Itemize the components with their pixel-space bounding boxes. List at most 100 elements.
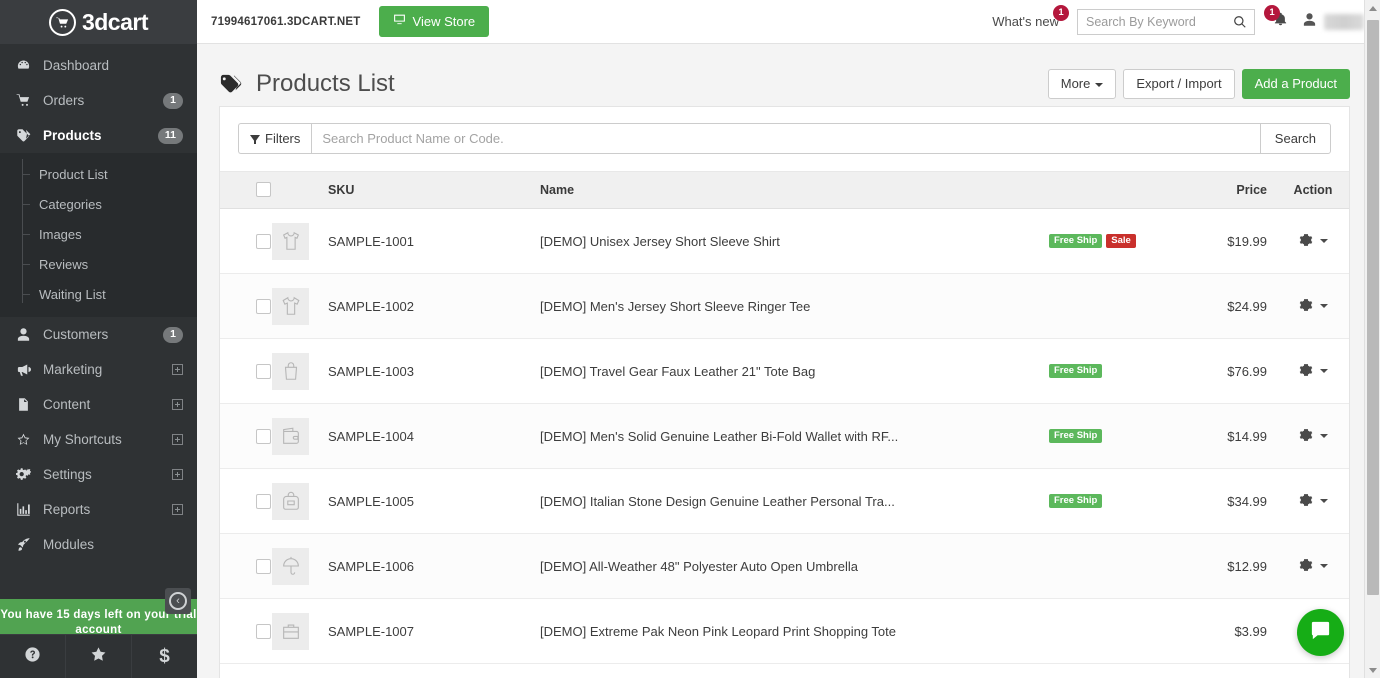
row-action-menu[interactable] [1299,558,1328,575]
row-action-menu[interactable] [1299,428,1328,445]
product-search-input[interactable] [311,123,1260,154]
sidebar-item-label: Reports [43,502,91,517]
tshirt-icon [272,287,309,325]
sidebar-item-products[interactable]: Products 11 [0,118,197,153]
user-menu[interactable] [1302,12,1364,32]
sidebar-badge-count: 1 [163,92,183,109]
chevron-down-icon [1319,239,1328,243]
sidebar-collapse-button[interactable]: ‹ [165,588,191,614]
row-action-menu[interactable] [1299,363,1328,380]
star-icon [16,432,38,447]
add-product-button[interactable]: Add a Product [1241,69,1350,99]
row-action-menu[interactable] [1299,298,1328,315]
sidebar-item-modules[interactable]: Modules [0,527,197,562]
products-table-body: SAMPLE-1001 [DEMO] Unisex Jersey Short S… [220,208,1349,664]
expand-plus-icon[interactable] [172,399,183,410]
expand-plus-icon[interactable] [172,469,183,480]
table-row[interactable]: SAMPLE-1005 [DEMO] Italian Stone Design … [220,468,1349,534]
briefcase-icon [272,612,309,650]
table-row[interactable]: SAMPLE-1002 [DEMO] Men's Jersey Short Sl… [220,273,1349,339]
expand-plus-icon[interactable] [172,434,183,445]
status-badge: Free Ship [1049,233,1103,249]
row-name[interactable]: [DEMO] Men's Solid Genuine Leather Bi-Fo… [540,403,1049,469]
billing-button[interactable]: $ [132,635,197,678]
sidebar-item-waiting-list[interactable]: Waiting List [0,279,197,309]
row-checkbox[interactable] [256,428,271,444]
filters-button[interactable]: Filters [238,123,312,154]
page-scrollbar[interactable] [1364,0,1380,678]
sidebar-item-label: Content [43,397,91,412]
price-header[interactable]: Price [1169,171,1277,209]
row-checkbox[interactable] [256,298,271,314]
row-name[interactable]: [DEMO] Italian Stone Design Genuine Leat… [540,468,1049,534]
products-toolbar: Filters Search [220,107,1349,171]
scrollbar-thumb[interactable] [1367,20,1379,595]
row-checkbox[interactable] [256,493,271,509]
badges-header [1049,171,1169,209]
favorites-button[interactable] [66,634,132,678]
row-action-menu[interactable] [1299,493,1328,510]
row-checkbox[interactable] [256,558,271,574]
sku-header[interactable]: SKU [328,171,540,209]
name-header[interactable]: Name [540,171,1049,209]
sidebar-nav: Dashboard Orders 1 Products 11 Product L… [0,44,197,562]
sidebar-badge-count: 11 [157,127,183,144]
search-icon[interactable] [1233,15,1247,34]
user-icon [1302,12,1317,32]
scrollbar-down-button[interactable] [1365,662,1380,678]
row-checkbox[interactable] [256,363,271,379]
keyword-search-input[interactable] [1078,9,1223,34]
sidebar-item-categories[interactable]: Categories [0,189,197,219]
row-price: $3.99 [1169,598,1277,664]
sidebar-item-reviews[interactable]: Reviews [0,249,197,279]
expand-plus-icon[interactable] [172,504,183,515]
chevron-down-icon [1319,304,1328,308]
chat-support-button[interactable] [1297,609,1344,656]
table-row[interactable]: SAMPLE-1003 [DEMO] Travel Gear Faux Leat… [220,338,1349,404]
notifications-button[interactable]: 1 [1264,5,1288,32]
table-row[interactable]: SAMPLE-1007 [DEMO] Extreme Pak Neon Pink… [220,598,1349,664]
sidebar-item-dashboard[interactable]: Dashboard [0,48,197,83]
help-button[interactable] [0,634,66,678]
row-name[interactable]: [DEMO] Unisex Jersey Short Sleeve Shirt [540,208,1049,274]
more-button[interactable]: More [1047,69,1117,99]
row-checkbox[interactable] [256,233,271,249]
table-row[interactable]: SAMPLE-1001 [DEMO] Unisex Jersey Short S… [220,208,1349,274]
sidebar-item-reports[interactable]: Reports [0,492,197,527]
row-name[interactable]: [DEMO] Travel Gear Faux Leather 21" Tote… [540,338,1049,404]
export-import-button[interactable]: Export / Import [1123,69,1235,99]
row-thumb-cell [272,403,328,469]
chevron-down-icon [1369,667,1377,673]
sidebar-item-orders[interactable]: Orders 1 [0,83,197,118]
select-all-header [220,171,272,209]
sidebar-item-marketing[interactable]: Marketing [0,352,197,387]
row-name[interactable]: [DEMO] Men's Jersey Short Sleeve Ringer … [540,273,1049,339]
sidebar-item-label: Dashboard [43,58,110,73]
product-search-button[interactable]: Search [1259,123,1331,154]
products-panel: Filters Search SKU Name Price [219,106,1350,678]
scrollbar-up-button[interactable] [1365,0,1380,16]
view-store-button[interactable]: View Store [378,6,490,37]
sidebar-item-images[interactable]: Images [0,219,197,249]
row-name[interactable]: [DEMO] Extreme Pak Neon Pink Leopard Pri… [540,598,1049,664]
row-price: $34.99 [1169,468,1277,534]
sidebar-item-settings[interactable]: Settings [0,457,197,492]
sidebar-item-content[interactable]: Content [0,387,197,422]
sidebar-item-product-list[interactable]: Product List [0,159,197,189]
select-all-checkbox[interactable] [256,182,271,197]
sidebar-item-my-shortcuts[interactable]: My Shortcuts [0,422,197,457]
row-checkbox[interactable] [256,623,271,639]
status-badge: Free Ship [1049,428,1103,444]
tote-bag-icon [272,352,309,390]
expand-plus-icon[interactable] [172,364,183,375]
whats-new-link[interactable]: What's new 1 [992,5,1069,29]
table-row[interactable]: SAMPLE-1004 [DEMO] Men's Solid Genuine L… [220,403,1349,469]
row-name[interactable]: [DEMO] All-Weather 48" Polyester Auto Op… [540,533,1049,599]
keyword-search-wrapper[interactable] [1077,8,1255,35]
row-badges-cell: Free Ship [1049,468,1169,534]
row-action-menu[interactable] [1299,233,1328,250]
sidebar-item-customers[interactable]: Customers 1 [0,317,197,352]
table-row[interactable]: SAMPLE-1006 [DEMO] All-Weather 48" Polye… [220,533,1349,599]
brand-logo[interactable]: 3dcart [0,0,197,44]
row-badges-cell: Free Ship [1049,338,1169,404]
